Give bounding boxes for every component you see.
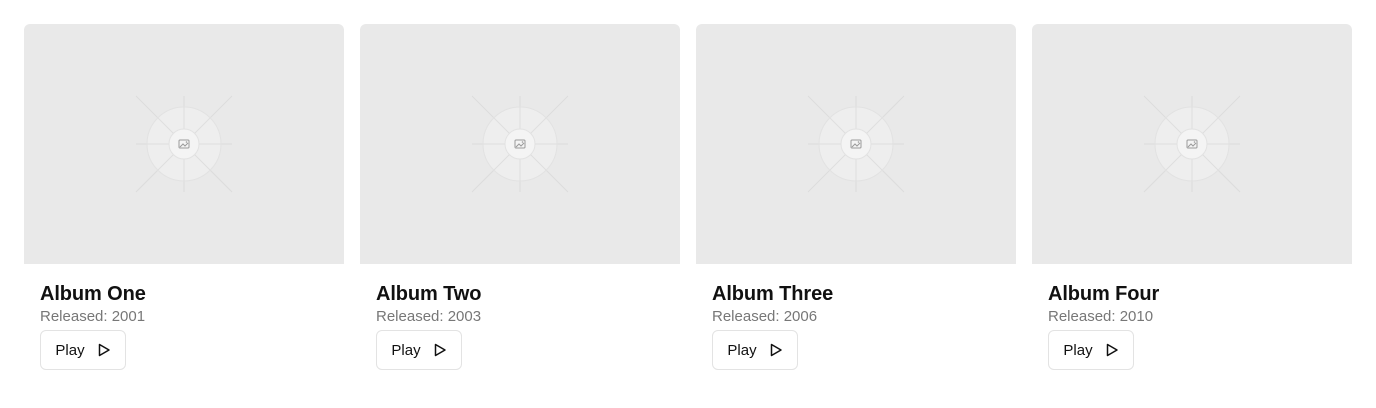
play-button-label: Play xyxy=(55,341,85,359)
album-release-date: Released: 2010 xyxy=(1048,308,1154,325)
album-info: Album Four Released: 2010 Play xyxy=(1032,264,1352,370)
album-release-date: Released: 2003 xyxy=(376,308,482,325)
album-release-date: Released: 2006 xyxy=(712,308,818,325)
play-button-label: Play xyxy=(391,341,421,359)
album-grid: Album One Released: 2001 Play Album Two … xyxy=(24,24,1352,370)
album-info: Album One Released: 2001 Play xyxy=(24,264,344,370)
album-info: Album Three Released: 2006 Play xyxy=(696,264,1016,370)
play-icon xyxy=(769,343,783,357)
album-card: Album Two Released: 2003 Play xyxy=(360,24,680,370)
image-placeholder-icon xyxy=(807,95,905,193)
album-title: Album Three xyxy=(712,283,834,305)
album-card: Album Three Released: 2006 Play xyxy=(696,24,1016,370)
album-title: Album Two xyxy=(376,283,482,305)
album-cover-placeholder xyxy=(696,24,1016,264)
image-placeholder-icon xyxy=(135,95,233,193)
album-card: Album One Released: 2001 Play xyxy=(24,24,344,370)
album-cover-placeholder xyxy=(1032,24,1352,264)
play-icon xyxy=(1105,343,1119,357)
album-cover-placeholder xyxy=(360,24,680,264)
album-title: Album Four xyxy=(1048,283,1160,305)
play-button-label: Play xyxy=(1063,341,1093,359)
album-title: Album One xyxy=(40,283,146,305)
play-button[interactable]: Play xyxy=(40,330,126,370)
album-info: Album Two Released: 2003 Play xyxy=(360,264,680,370)
image-placeholder-icon xyxy=(1143,95,1241,193)
image-placeholder-icon xyxy=(471,95,569,193)
play-icon xyxy=(433,343,447,357)
play-button[interactable]: Play xyxy=(712,330,798,370)
album-release-date: Released: 2001 xyxy=(40,308,146,325)
album-card: Album Four Released: 2010 Play xyxy=(1032,24,1352,370)
play-button-label: Play xyxy=(727,341,757,359)
album-cover-placeholder xyxy=(24,24,344,264)
play-button[interactable]: Play xyxy=(376,330,462,370)
play-button[interactable]: Play xyxy=(1048,330,1134,370)
play-icon xyxy=(97,343,111,357)
